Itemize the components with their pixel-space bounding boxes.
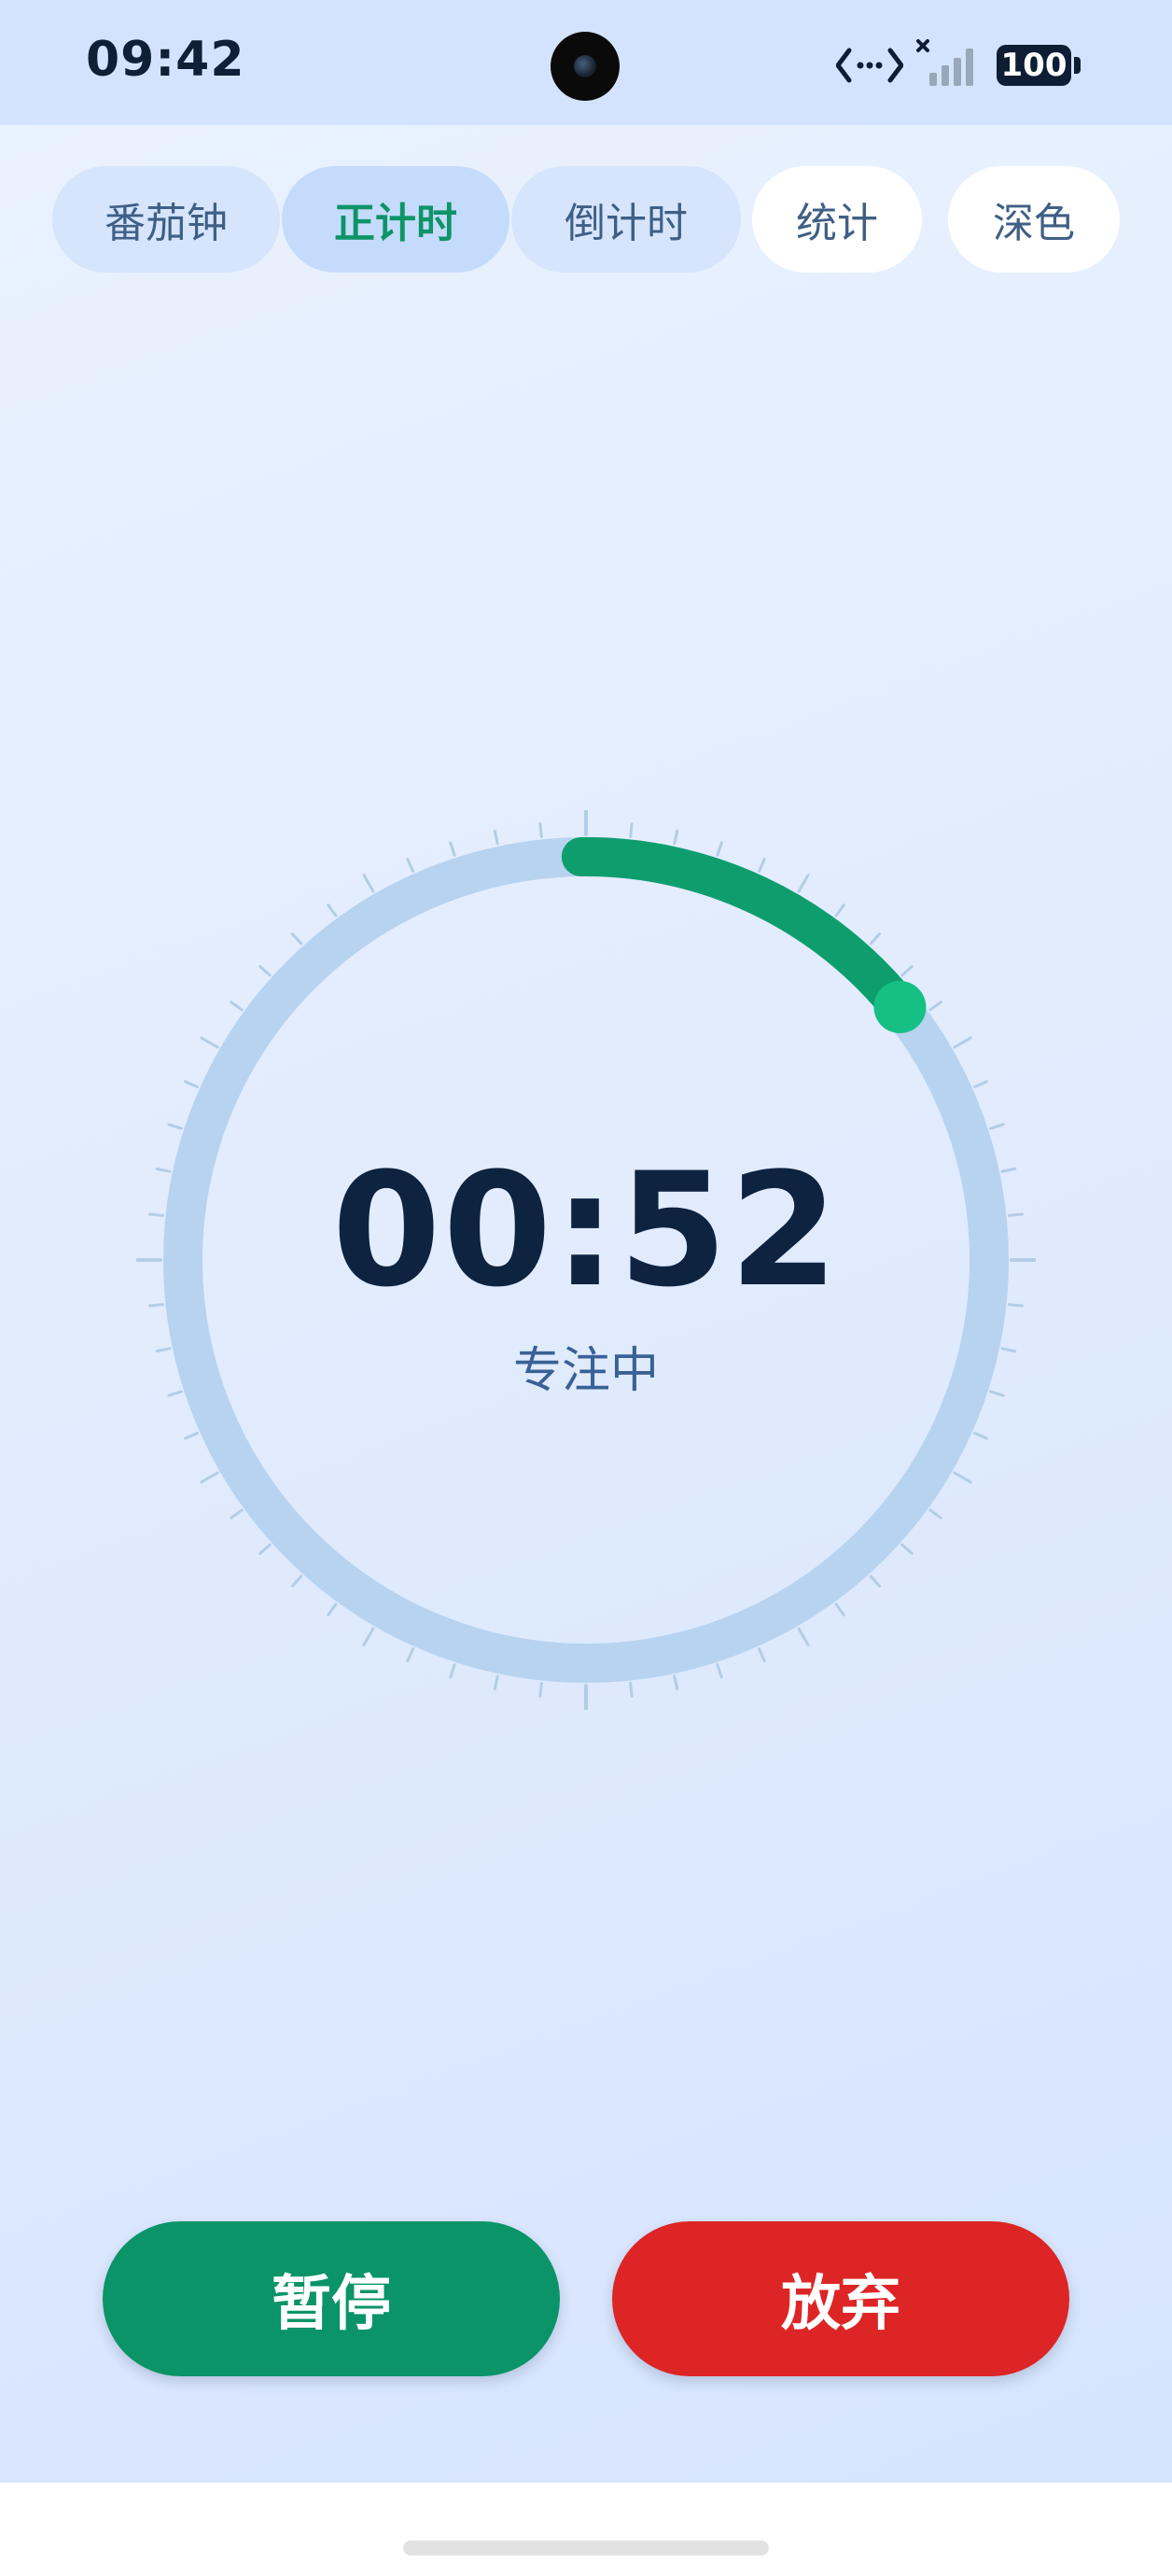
dial-tick [834,903,845,917]
tab-pomodoro[interactable]: 番茄钟 [52,166,280,273]
dial-tick [869,1575,881,1588]
dial-tick [184,1431,199,1440]
dial-tick [673,829,679,846]
dial-tick [716,841,723,857]
dial-tick [493,1674,499,1691]
dial-tick [757,1647,766,1662]
dial-tick [449,841,456,857]
dial-tick [155,1347,172,1353]
progress-arc [561,837,920,1028]
dial-tick [148,1212,164,1217]
home-indicator[interactable] [403,2541,769,2555]
dial-tick [928,1508,942,1519]
dial-tick [167,1390,183,1397]
abandon-button[interactable]: 放弃 [612,2221,1069,2376]
tab-stats[interactable]: 统计 [752,166,922,273]
dial-tick [327,903,338,917]
dial-tick [258,1543,272,1555]
dial-tick [973,1431,988,1440]
dial-tick [406,1647,415,1662]
camera-icon [551,32,620,101]
status-bar: 09:42 100 [0,0,1172,125]
dial-tick [953,1471,972,1484]
dial-tick [673,1674,679,1691]
dial-tick [953,1036,972,1049]
dial-tick [362,1627,375,1646]
tab-count-up[interactable]: 正计时 [282,166,509,273]
dial-tick [716,1663,723,1679]
dial-tick [900,1543,914,1555]
dial-tick [629,822,634,838]
dial-tick [538,1682,543,1698]
dial-tick [538,822,543,838]
pause-button[interactable]: 暂停 [103,2221,560,2376]
dial-tick [757,858,766,873]
dial-tick [1000,1167,1017,1173]
dial-tick [493,829,499,846]
dial-tick [1008,1303,1024,1308]
elapsed-time: 00:52 [331,1139,841,1322]
progress-knob[interactable] [873,981,927,1034]
dial-tick [797,1627,810,1646]
signal-bars-icon [916,39,973,86]
app-screen: 09:42 100 番茄钟 正计时 倒计时 统计 深色 00:52 专注中 暂停… [0,0,1172,2576]
dial-tick [230,1001,244,1012]
dial-tick [200,1471,219,1484]
status-time: 09:42 [86,32,245,88]
dial-tick [834,1603,845,1617]
dial-tick [291,1575,303,1588]
dial-tick [327,1603,338,1617]
dial-tick [928,1001,942,1012]
dial-tick [258,965,272,977]
dial-tick [155,1167,172,1173]
tab-countdown[interactable]: 倒计时 [511,166,741,273]
battery-icon: 100 [997,45,1071,86]
dial-tick [291,932,303,945]
dial-tick [797,874,810,893]
dial-tick [167,1123,183,1130]
battery-cap [1074,57,1081,74]
dial-tick [184,1080,199,1089]
dial-tick [449,1663,456,1679]
dial-tick [1008,1212,1024,1217]
dial-tick [900,965,914,977]
dial-tick [148,1303,164,1308]
dial-tick [362,874,375,893]
dial-tick [1000,1347,1017,1353]
dial-tick [230,1508,244,1519]
dial-tick [973,1080,988,1089]
dial-tick [989,1123,1005,1130]
focus-status: 专注中 [512,1343,659,1399]
dial-tick [869,932,881,945]
dial-tick [200,1036,219,1049]
tab-dark-mode[interactable]: 深色 [948,166,1120,273]
dial-tick [629,1682,634,1698]
network-arrows-icon [836,48,903,83]
dial-tick [406,858,415,873]
dial-tick [989,1390,1005,1397]
